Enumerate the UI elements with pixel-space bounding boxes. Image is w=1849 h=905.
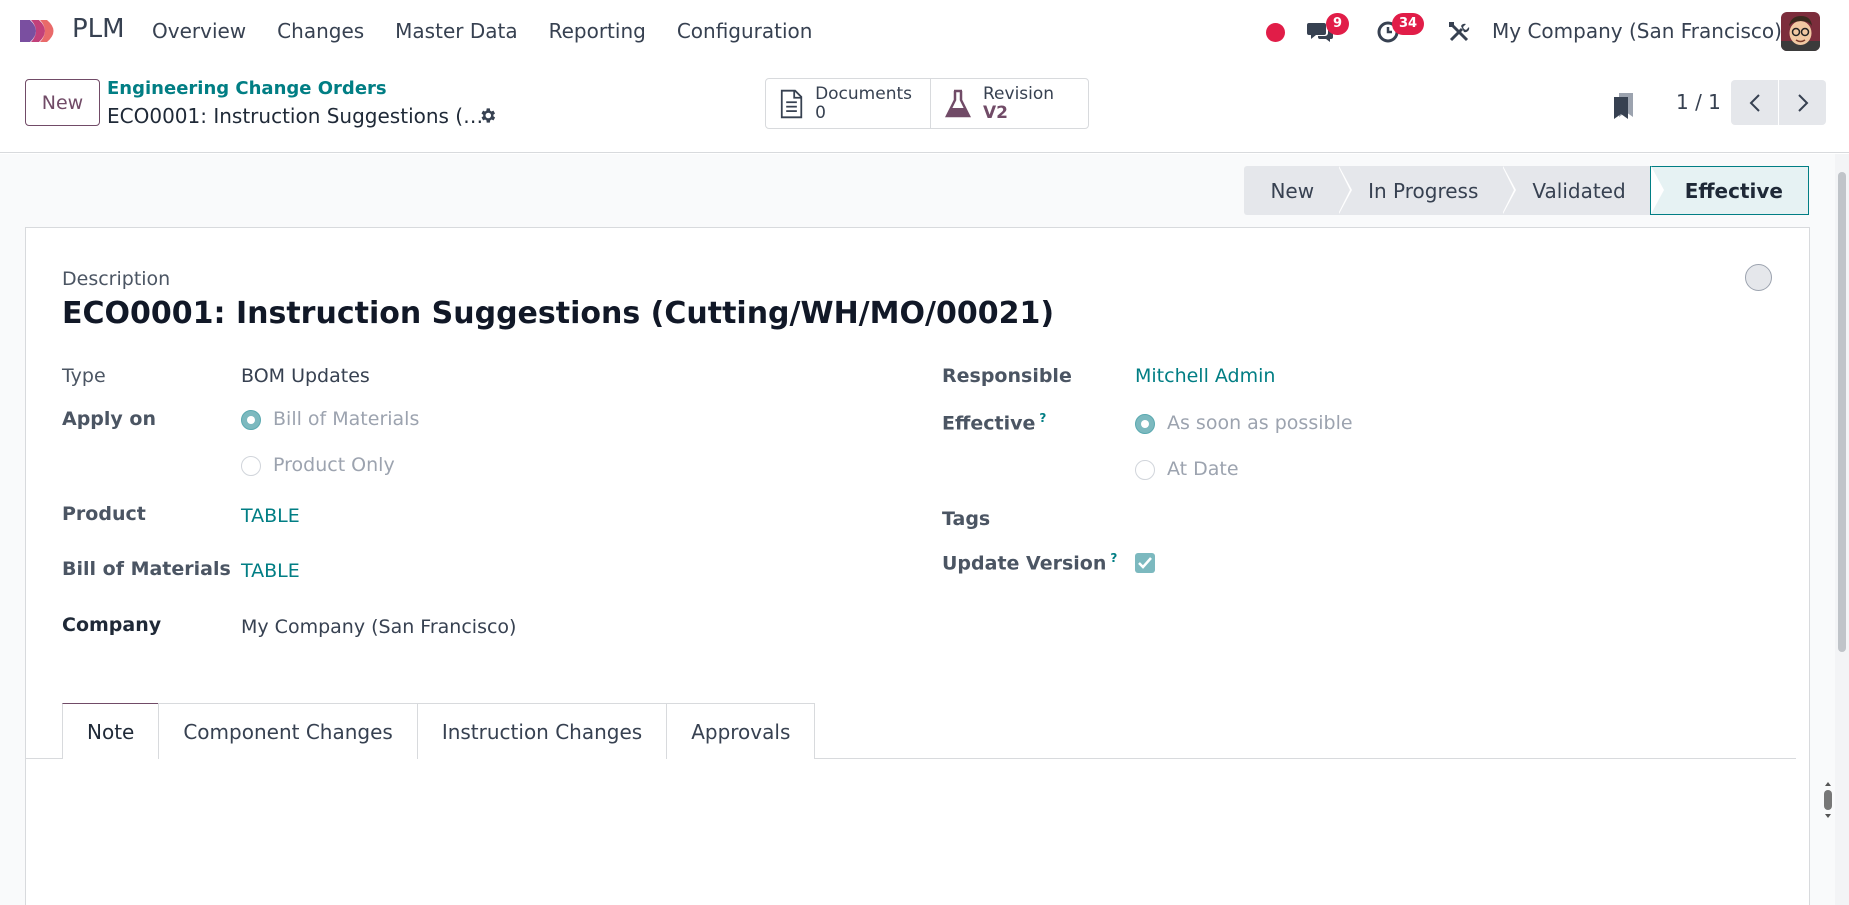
responsible-label: Responsible — [942, 365, 1072, 387]
revision-value: V2 — [983, 102, 1008, 123]
revision-smart-button[interactable]: Revision V2 — [931, 79, 1088, 128]
apply-on-product-radio[interactable] — [241, 456, 261, 476]
company-switcher[interactable]: My Company (San Francisco) — [1492, 19, 1782, 43]
effective-label: Effective? — [942, 411, 1046, 434]
chevron-left-icon — [1749, 93, 1760, 112]
effective-asap-label[interactable]: As soon as possible — [1167, 412, 1353, 434]
documents-label: Documents — [815, 83, 912, 104]
apply-on-bom-radio[interactable] — [241, 410, 261, 430]
tags-label: Tags — [942, 508, 991, 530]
user-avatar[interactable] — [1781, 12, 1820, 51]
update-version-label: Update Version? — [942, 551, 1117, 574]
type-value[interactable]: BOM Updates — [241, 365, 370, 387]
page-scrollbar[interactable] — [1835, 154, 1849, 905]
documents-count: 0 — [815, 102, 826, 123]
stage-effective[interactable]: Effective — [1649, 166, 1809, 215]
menu-overview[interactable]: Overview — [152, 19, 246, 43]
stage-new-label: New — [1270, 178, 1315, 203]
stage-in-progress-label: In Progress — [1368, 178, 1479, 203]
bom-link[interactable]: TABLE — [241, 560, 300, 582]
apply-on-product-label[interactable]: Product Only — [273, 454, 395, 476]
menu-master-data[interactable]: Master Data — [395, 19, 517, 43]
stage-effective-label: Effective — [1684, 178, 1783, 203]
bom-label: Bill of Materials — [62, 558, 231, 580]
flask-icon — [945, 89, 971, 117]
tab-note[interactable]: Note — [62, 703, 160, 759]
effective-label-text: Effective — [942, 412, 1036, 435]
product-link[interactable]: TABLE — [241, 505, 300, 527]
main-menu: Overview Changes Master Data Reporting C… — [152, 19, 843, 43]
update-version-help-icon[interactable]: ? — [1110, 551, 1117, 565]
messages-badge: 9 — [1326, 13, 1350, 35]
chevron-right-icon — [1797, 93, 1808, 112]
recording-indicator[interactable] — [1266, 23, 1285, 42]
smart-buttons: Documents 0 Revision V2 — [765, 78, 1089, 129]
menu-configuration[interactable]: Configuration — [677, 19, 813, 43]
form-sheet: Description ECO0001: Instruction Suggest… — [25, 227, 1832, 905]
notebook-tabs: Note Component Changes Instruction Chang… — [62, 703, 816, 759]
tab-approvals[interactable]: Approvals — [666, 703, 816, 759]
product-label: Product — [62, 503, 146, 525]
tabs-scrollbar[interactable] — [1823, 780, 1833, 820]
stage-new[interactable]: New — [1244, 166, 1353, 215]
tab-component-changes[interactable]: Component Changes — [158, 703, 418, 759]
top-navbar: PLM Overview Changes Master Data Reporti… — [0, 0, 1849, 63]
app-logo-icon[interactable] — [20, 18, 62, 44]
documents-smart-button[interactable]: Documents 0 — [766, 79, 931, 128]
bookmark-icon[interactable] — [1613, 92, 1635, 120]
menu-changes[interactable]: Changes — [277, 19, 364, 43]
stage-validated-label: Validated — [1532, 178, 1626, 203]
company-label: Company — [62, 614, 162, 636]
page-scrollbar-thumb[interactable] — [1838, 172, 1846, 652]
new-button[interactable]: New — [25, 79, 100, 126]
description-label: Description — [62, 268, 171, 290]
main-content: New In Progress Validated Effective Desc… — [0, 154, 1849, 905]
control-panel: New Engineering Change Orders ECO0001: I… — [0, 63, 1849, 153]
stage-in-progress[interactable]: In Progress — [1338, 166, 1517, 215]
kanban-state-icon[interactable] — [1745, 264, 1772, 291]
gear-icon[interactable] — [478, 106, 497, 125]
breadcrumb-eco[interactable]: Engineering Change Orders — [107, 78, 387, 99]
record-title: ECO0001: Instruction Suggestions (… — [107, 104, 484, 128]
description-title[interactable]: ECO0001: Instruction Suggestions (Cuttin… — [62, 296, 1054, 331]
menu-reporting[interactable]: Reporting — [549, 19, 646, 43]
app-name[interactable]: PLM — [72, 14, 125, 44]
update-version-label-text: Update Version — [942, 552, 1107, 575]
check-icon — [1138, 557, 1152, 569]
pager-value[interactable]: 1 / 1 — [1676, 90, 1721, 114]
pager-previous-button[interactable] — [1731, 80, 1778, 125]
apply-on-label: Apply on — [62, 408, 156, 430]
tools-icon[interactable] — [1448, 21, 1470, 43]
tab-instruction-changes[interactable]: Instruction Changes — [416, 703, 668, 759]
status-bar: New In Progress Validated Effective — [1244, 166, 1809, 215]
effective-date-radio[interactable] — [1135, 460, 1155, 480]
pager-next-button[interactable] — [1779, 80, 1826, 125]
effective-help-icon[interactable]: ? — [1039, 411, 1046, 425]
stage-validated[interactable]: Validated — [1502, 166, 1664, 215]
type-label: Type — [62, 365, 106, 387]
document-icon — [780, 89, 803, 118]
responsible-link[interactable]: Mitchell Admin — [1135, 365, 1275, 387]
effective-date-label[interactable]: At Date — [1167, 458, 1239, 480]
company-value[interactable]: My Company (San Francisco) — [241, 616, 516, 638]
update-version-checkbox[interactable] — [1135, 553, 1155, 573]
revision-label: Revision — [983, 83, 1055, 104]
activities-badge: 34 — [1392, 13, 1425, 35]
effective-asap-radio[interactable] — [1135, 414, 1155, 434]
pager-buttons — [1731, 80, 1826, 125]
apply-on-bom-label[interactable]: Bill of Materials — [273, 408, 419, 430]
